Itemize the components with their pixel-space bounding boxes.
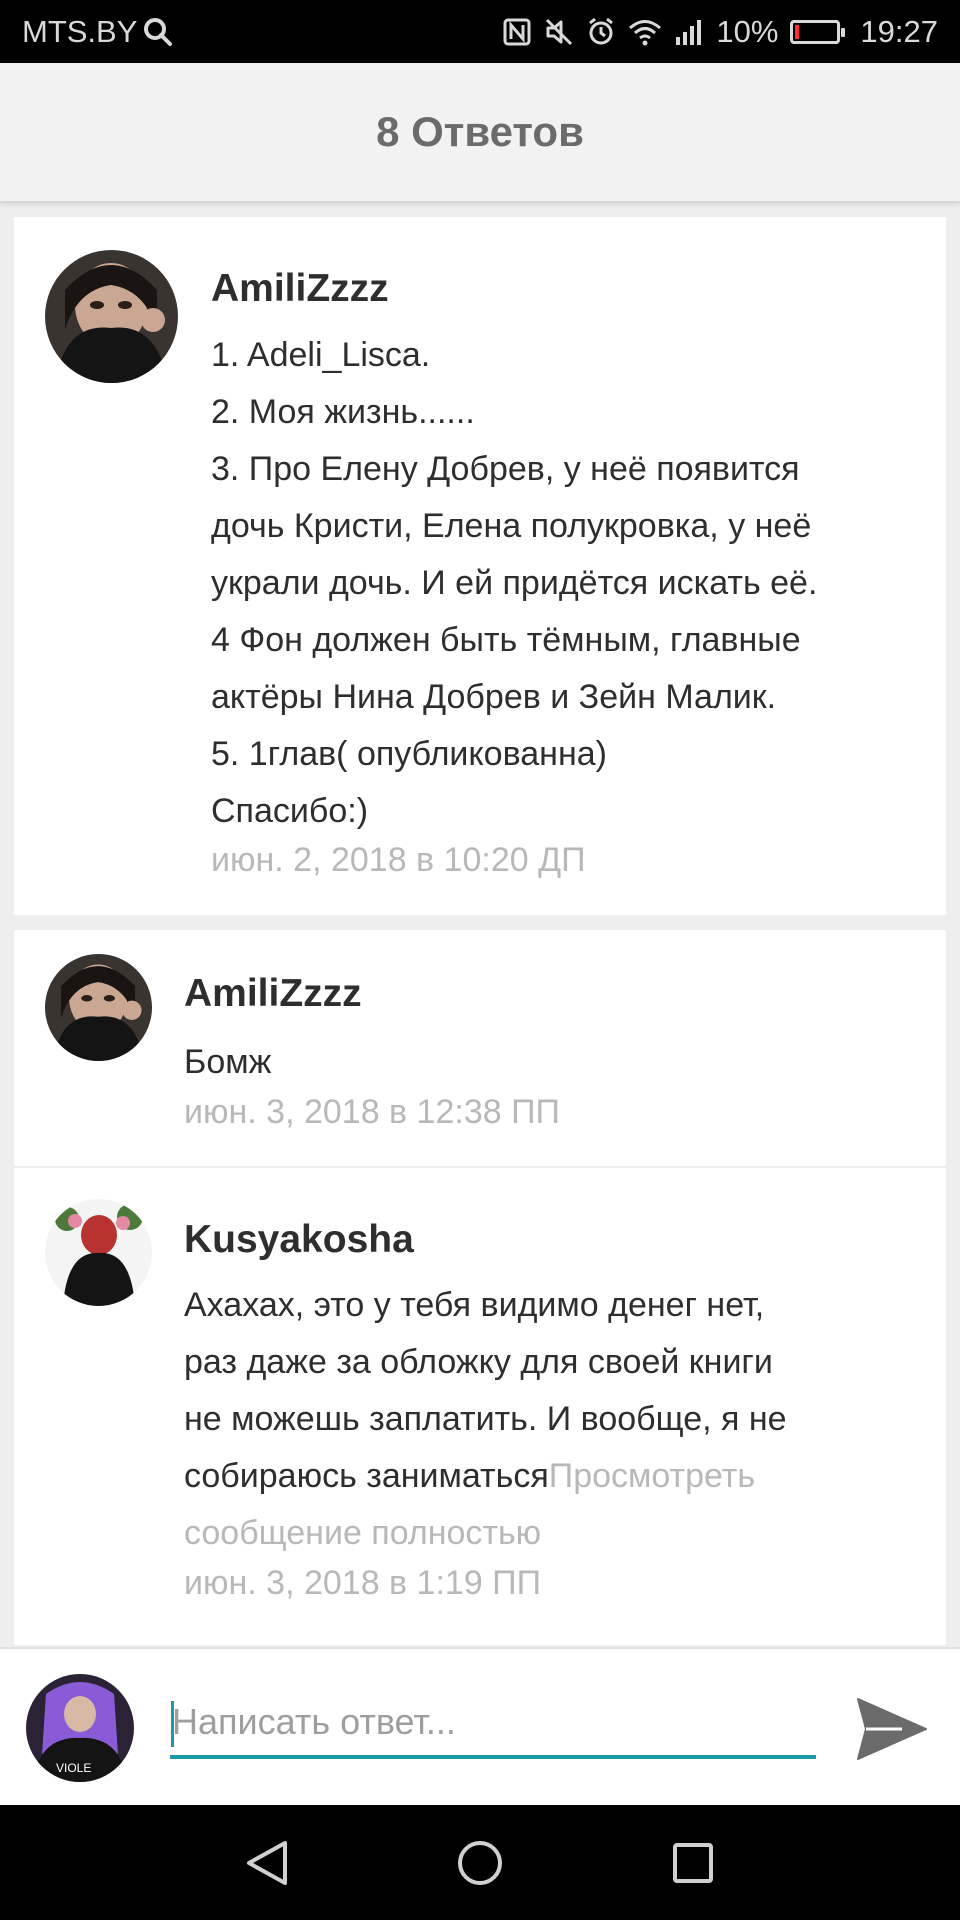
nfc-icon bbox=[502, 17, 532, 47]
reply-body: Ахахах, это у тебя видимо денег нет, раз… bbox=[184, 1277, 787, 1562]
carrier-name: MTS.BY bbox=[22, 13, 138, 49]
reply-line: раз даже за обложку для своей книги bbox=[184, 1343, 773, 1381]
avatar[interactable] bbox=[45, 954, 152, 1061]
clock: 19:27 bbox=[860, 13, 938, 49]
text-cursor bbox=[171, 1701, 174, 1747]
mute-icon bbox=[544, 17, 574, 47]
home-icon bbox=[458, 1840, 502, 1885]
comment-line: 3. Про Елену Добрев, у неё появится bbox=[211, 450, 800, 488]
page-title: 8 Ответов bbox=[376, 108, 584, 155]
comment-username[interactable]: AmiliZzzz bbox=[211, 267, 389, 311]
reply-input[interactable] bbox=[170, 1689, 816, 1759]
svg-text:VIOLE: VIOLE bbox=[56, 1761, 91, 1775]
wifi-icon bbox=[628, 17, 662, 47]
current-user-avatar[interactable]: VIOLE bbox=[26, 1674, 134, 1782]
status-left: MTS.BY bbox=[22, 0, 173, 63]
reply-line: собираюсь заниматьсяПросмотреть bbox=[184, 1448, 787, 1505]
reply-line-text: собираюсь заниматься bbox=[184, 1457, 549, 1495]
reply-timestamp: июн. 3, 2018 в 1:19 ПП bbox=[184, 1564, 542, 1602]
search-icon bbox=[143, 17, 173, 47]
comment-line: 1. Adeli_Lisca. bbox=[211, 336, 431, 374]
reply-composer: VIOLE bbox=[0, 1647, 960, 1805]
alarm-icon bbox=[586, 17, 616, 47]
comment-line: украли дочь. И ей придётся искать её. bbox=[211, 564, 818, 602]
view-full-message-link-cont[interactable]: сообщение полностью bbox=[184, 1505, 787, 1562]
system-nav-bar bbox=[0, 1805, 960, 1920]
reply-timestamp: июн. 3, 2018 в 12:38 ПП bbox=[184, 1093, 560, 1131]
reply-username[interactable]: AmiliZzzz bbox=[184, 972, 362, 1016]
status-right: 10% 19:27 bbox=[502, 0, 938, 63]
reply-line: Ахахах, это у тебя видимо денег нет, bbox=[184, 1286, 765, 1324]
battery-percent: 10% bbox=[716, 13, 779, 49]
reply-body: Бомж bbox=[184, 1034, 271, 1091]
home-button[interactable] bbox=[420, 1805, 540, 1920]
replies-card: AmiliZzzz Бомж июн. 3, 2018 в 12:38 ПП K… bbox=[14, 930, 946, 1645]
comment-line: 2. Моя жизнь...... bbox=[211, 393, 475, 431]
comment-line: дочь Кристи, Елена полукровка, у неё bbox=[211, 507, 812, 545]
view-full-message-link[interactable]: Просмотреть bbox=[549, 1457, 755, 1495]
signal-icon bbox=[674, 17, 704, 47]
app-header: 8 Ответов bbox=[0, 63, 960, 203]
back-icon bbox=[247, 1840, 287, 1885]
reply-line: не можешь заплатить. И вообще, я не bbox=[184, 1400, 787, 1438]
status-bar: MTS.BY 10% 19:27 bbox=[0, 0, 960, 63]
comment-body: 1. Adeli_Lisca. 2. Моя жизнь...... 3. Пр… bbox=[211, 327, 817, 840]
avatar[interactable] bbox=[45, 250, 178, 383]
comment-line: 5. 1глав( опубликованна) bbox=[211, 735, 607, 773]
avatar[interactable] bbox=[45, 1199, 152, 1306]
send-icon bbox=[857, 1698, 927, 1760]
reply-username[interactable]: Kusyakosha bbox=[184, 1218, 414, 1262]
battery-level bbox=[795, 24, 800, 39]
divider bbox=[14, 1166, 946, 1168]
comment-timestamp: июн. 2, 2018 в 10:20 ДП bbox=[211, 841, 586, 879]
comment-line: 4 Фон должен быть тёмным, главные bbox=[211, 621, 801, 659]
main-comment-card: AmiliZzzz 1. Adeli_Lisca. 2. Моя жизнь..… bbox=[14, 217, 946, 915]
recents-icon bbox=[673, 1842, 713, 1883]
battery-icon bbox=[790, 19, 846, 44]
comment-line: Спасибо:) bbox=[211, 792, 369, 830]
back-button[interactable] bbox=[207, 1805, 327, 1920]
reply-line: Бомж bbox=[184, 1043, 272, 1081]
send-button[interactable] bbox=[852, 1691, 932, 1767]
comment-line: актёры Нина Добрев и Зейн Малик. bbox=[211, 678, 777, 716]
recents-button[interactable] bbox=[633, 1805, 753, 1920]
